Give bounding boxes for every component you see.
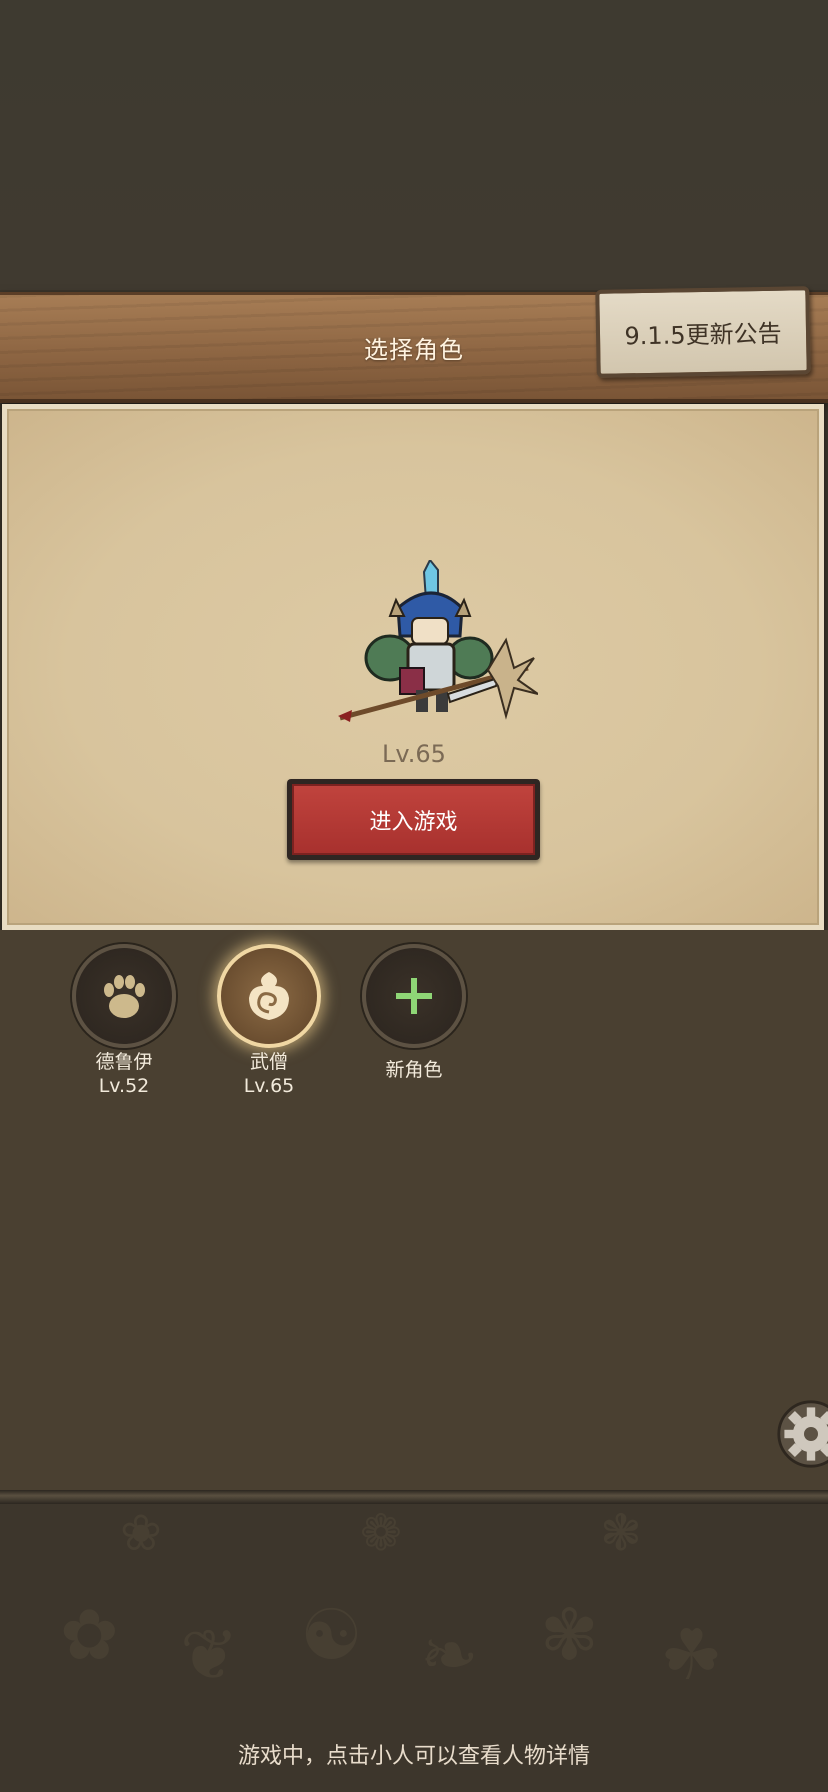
- new-character-slot[interactable]: 新角色: [359, 944, 469, 1082]
- enter-game-button[interactable]: 进入游戏: [287, 779, 540, 860]
- character-avatar: [217, 944, 321, 1048]
- decor-glyph-icon: ❧: [420, 1614, 479, 1696]
- decor-glyph-icon: ❁: [360, 1504, 402, 1562]
- enter-game-label: 进入游戏: [292, 784, 535, 855]
- decor-glyph-icon: ❃: [600, 1504, 642, 1562]
- hero-level: Lv.65: [382, 740, 446, 768]
- top-background: [0, 0, 828, 290]
- hint-text: 游戏中，点击小人可以查看人物详情: [237, 1744, 590, 1769]
- plus-icon: [396, 978, 432, 1014]
- decor-glyph-icon: ☯: [300, 1594, 363, 1676]
- character-level: Lv.52: [98, 1075, 150, 1097]
- update-notice-label: 9.1.5更新公告: [624, 319, 782, 350]
- character-name: 德鲁伊: [95, 1051, 153, 1073]
- decor-glyph-icon: ❦: [180, 1614, 239, 1696]
- decor-glyph-icon: ✿: [60, 1594, 119, 1676]
- paw-icon: [104, 975, 145, 1018]
- decor-glyph-icon: ✾: [540, 1594, 599, 1676]
- character-avatar: [72, 944, 176, 1048]
- decor-glyph-icon: ❀: [120, 1504, 162, 1562]
- character-level: Lv.65: [243, 1075, 295, 1097]
- new-character-avatar: [362, 944, 466, 1048]
- character-slot-druid[interactable]: 德鲁伊 Lv.52: [69, 944, 179, 1098]
- settings-gear-icon[interactable]: [776, 1384, 828, 1484]
- hero-sprite[interactable]: [338, 560, 538, 740]
- character-name: 武僧: [249, 1051, 288, 1073]
- swirl-icon: [249, 972, 289, 1020]
- update-notice-button[interactable]: 9.1.5更新公告: [595, 286, 811, 378]
- new-character-label: 新角色: [385, 1059, 443, 1081]
- decor-glyph-icon: ☘: [660, 1614, 723, 1696]
- character-slot-monk[interactable]: 武僧 Lv.65: [214, 944, 324, 1098]
- panel-divider: [0, 1490, 828, 1504]
